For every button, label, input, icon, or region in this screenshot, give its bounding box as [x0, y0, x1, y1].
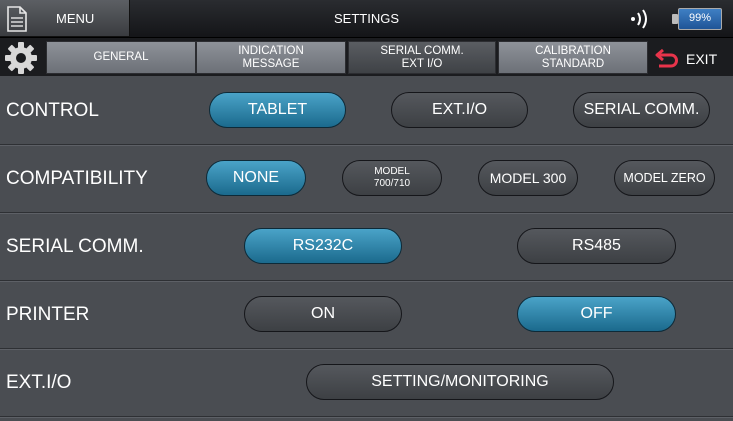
printer-on-button[interactable]: ON: [244, 296, 402, 332]
control-row: CONTROL TABLET EXT.I/O SERIAL COMM.: [0, 77, 733, 145]
battery-percent: 99%: [688, 12, 712, 24]
compatibility-label: COMPATIBILITY: [6, 168, 148, 189]
printer-label: PRINTER: [6, 304, 90, 325]
control-ext-io-button[interactable]: EXT.I/O: [391, 92, 528, 128]
tab-indication-message[interactable]: INDICATION MESSAGE: [196, 41, 346, 74]
serial-comm-label: SERIAL COMM.: [6, 236, 144, 257]
compat-model-300-button[interactable]: MODEL 300: [478, 160, 578, 196]
serial-rs232c-button[interactable]: RS232C: [244, 228, 402, 264]
compat-model-700-710-button[interactable]: MODEL 700/710: [342, 160, 442, 196]
tab-general[interactable]: GENERAL: [46, 41, 196, 74]
compat-none-button[interactable]: NONE: [206, 160, 306, 196]
menu-label: MENU: [56, 11, 95, 26]
top-bar: MENU SETTINGS 99%: [0, 0, 733, 38]
battery-indicator: 99%: [672, 8, 722, 30]
tab-calibration-standard[interactable]: CALIBRATION STANDARD: [498, 41, 648, 74]
ext-io-label: EXT.I/O: [6, 372, 72, 393]
wireless-signal-icon: [631, 9, 647, 29]
compat-model-700-710-line2: 700/710: [373, 178, 411, 189]
compat-model-zero-button[interactable]: MODEL ZERO: [614, 160, 715, 196]
exit-button[interactable]: EXIT: [650, 41, 730, 74]
tab-bar: GENERAL INDICATION MESSAGE SERIAL COMM. …: [0, 38, 733, 76]
serial-comm-row: SERIAL COMM. RS232C RS485: [0, 213, 733, 281]
compatibility-row: COMPATIBILITY NONE MODEL 700/710 MODEL 3…: [0, 145, 733, 213]
document-icon: [7, 6, 27, 32]
printer-off-button[interactable]: OFF: [517, 296, 676, 332]
gear-icon: [5, 42, 37, 74]
control-label: CONTROL: [6, 100, 99, 121]
serial-rs485-button[interactable]: RS485: [517, 228, 676, 264]
tab-serial-comm-ext-io[interactable]: SERIAL COMM. EXT I/O: [348, 41, 496, 74]
exit-label: EXIT: [686, 51, 718, 67]
printer-row: PRINTER ON OFF: [0, 281, 733, 349]
menu-button[interactable]: MENU: [0, 0, 130, 37]
compat-model-700-710-line1: MODEL: [374, 166, 410, 177]
control-tablet-button[interactable]: TABLET: [209, 92, 346, 128]
control-serial-comm-button[interactable]: SERIAL COMM.: [573, 92, 710, 128]
ext-io-row: EXT.I/O SETTING/MONITORING: [0, 349, 733, 417]
return-arrow-icon: [655, 48, 678, 68]
setting-monitoring-button[interactable]: SETTING/MONITORING: [306, 364, 614, 400]
